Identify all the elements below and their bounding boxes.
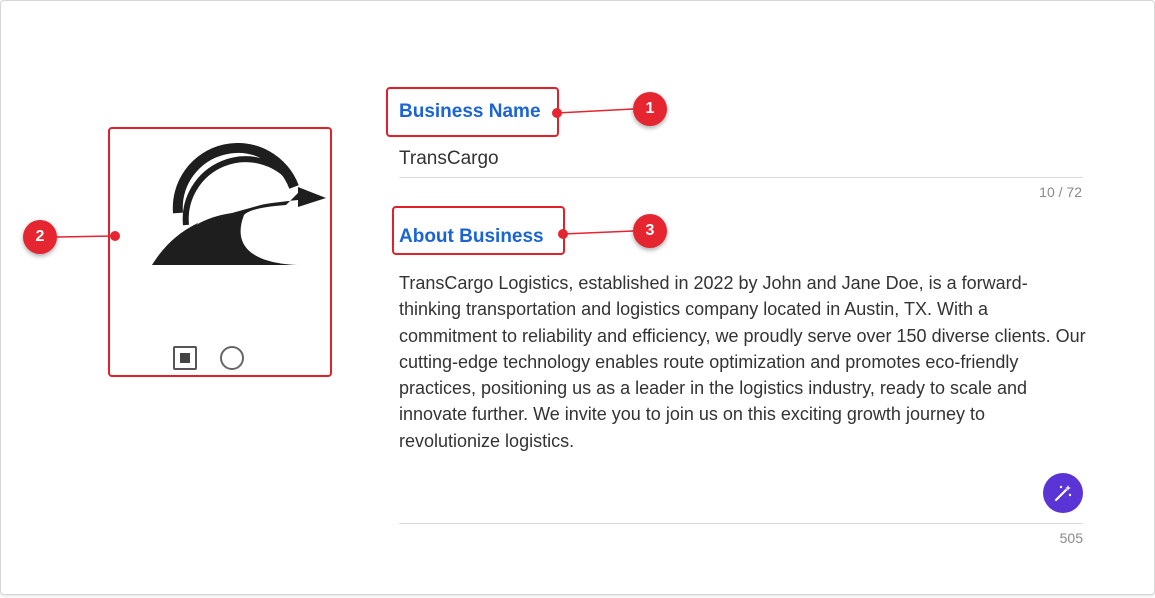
logo-panel[interactable] — [108, 127, 332, 377]
annotation-dot-3 — [558, 229, 568, 239]
business-name-counter: 10 / 72 — [1039, 184, 1082, 200]
business-name-input[interactable]: TransCargo — [399, 148, 499, 170]
business-name-underline — [399, 177, 1083, 178]
about-business-counter: 505 — [1059, 530, 1083, 546]
annotation-dot-2 — [110, 231, 120, 241]
about-business-label: About Business — [399, 226, 544, 247]
business-name-label: Business Name — [399, 101, 541, 122]
annotation-callout-2: 2 — [23, 220, 57, 254]
annotation-callout-3: 3 — [633, 214, 667, 248]
magic-wand-icon — [1054, 485, 1072, 502]
annotation-dot-1 — [552, 108, 562, 118]
about-business-textarea[interactable]: TransCargo Logistics, established in 202… — [399, 270, 1089, 454]
ai-generate-button[interactable] — [1043, 473, 1083, 513]
circle-option-icon[interactable] — [220, 346, 244, 370]
about-business-underline — [399, 523, 1083, 524]
square-option-icon[interactable] — [173, 346, 197, 370]
business-profile-card: Business Name TransCargo 10 / 72 About B… — [0, 0, 1155, 595]
annotation-callout-1: 1 — [633, 92, 667, 126]
transcargo-logo-icon — [152, 143, 326, 265]
